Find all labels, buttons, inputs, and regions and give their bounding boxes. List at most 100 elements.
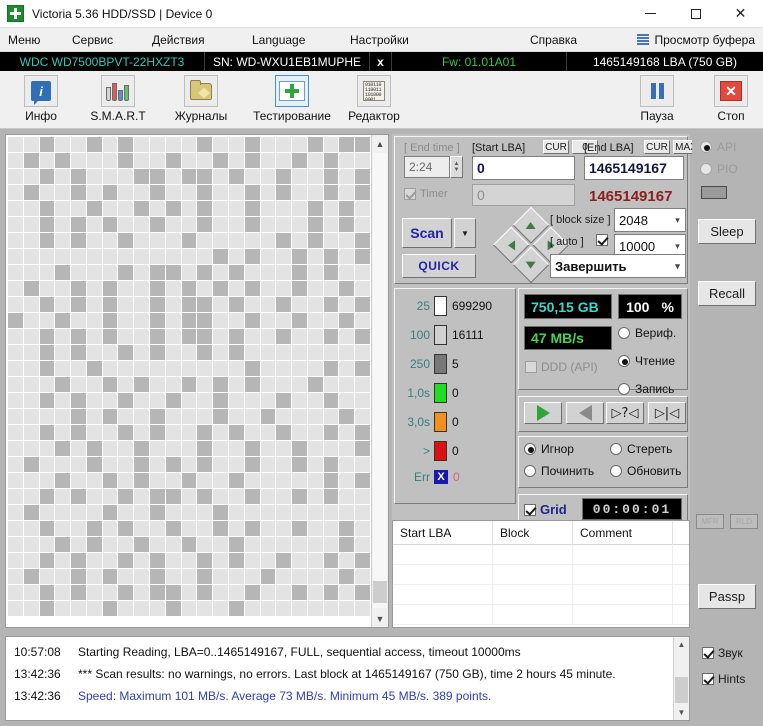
table-row[interactable] [393, 545, 689, 565]
block-map-cell [8, 137, 23, 152]
toolbar-button-logs[interactable]: Журналы [164, 73, 238, 127]
ddd-api-checkbox[interactable]: DDD (API) [525, 360, 598, 374]
log-scrollbar[interactable]: ▲ ▼ [673, 637, 689, 720]
radio-write[interactable]: Запись [618, 382, 674, 396]
block-map-cell [244, 185, 260, 200]
toolbar-button-testing[interactable]: Тестирование [244, 73, 340, 127]
table-row[interactable] [393, 585, 689, 605]
hints-checkbox[interactable]: Hints [702, 672, 745, 686]
radio-read[interactable]: Чтение [618, 354, 675, 368]
device-close-button[interactable]: x [370, 52, 392, 71]
block-map-cell [307, 569, 323, 584]
end-lba-cur-button[interactable]: CUR [644, 140, 670, 154]
rewind-button[interactable] [566, 402, 604, 424]
block-map-cell [181, 553, 197, 568]
radio-repair[interactable]: Починить [524, 464, 594, 478]
radio-verify[interactable]: Вериф. [618, 326, 676, 340]
log-lines[interactable]: 10:57:08 Starting Reading, LBA=0..1465149… [6, 637, 673, 720]
scroll-up-icon[interactable]: ▲ [372, 135, 388, 152]
block-map-cell [197, 393, 213, 408]
auto-checkbox[interactable] [596, 234, 608, 246]
block-map-cell [165, 489, 181, 504]
block-map-cell [134, 393, 150, 408]
block-map-cell [134, 361, 150, 376]
block-map-grid[interactable] [6, 135, 371, 627]
menu-item-actions[interactable]: Действия [148, 28, 209, 52]
menu-item-service[interactable]: Сервис [68, 28, 117, 52]
block-map-cell [134, 233, 150, 248]
start-lba-input[interactable]: 0 [472, 156, 575, 180]
radio-pio[interactable]: PIO [700, 162, 738, 176]
menu-item-menu[interactable]: Меню [4, 28, 44, 52]
end-time-spinner[interactable]: ▲ ▼ [450, 156, 463, 178]
passport-button[interactable]: Passp [698, 584, 756, 609]
block-map-cell [197, 313, 213, 328]
menu-item-settings[interactable]: Настройки [346, 28, 413, 52]
on-finish-select[interactable]: Завершить ▾ [550, 254, 686, 278]
block-map-cell [39, 505, 55, 520]
close-button[interactable]: ✕ [718, 0, 763, 28]
block-map-cell [292, 345, 307, 360]
block-map-cell [260, 361, 276, 376]
rld-button[interactable]: RLD [730, 514, 758, 529]
maximize-button[interactable] [673, 0, 718, 28]
seek-query-button[interactable]: ▷?◁ [606, 402, 644, 424]
mfr-button[interactable]: MFR [696, 514, 724, 529]
block-map-cell [118, 329, 134, 344]
log-scroll-up-icon[interactable]: ▲ [674, 637, 689, 652]
quick-button[interactable]: QUICK [402, 254, 476, 278]
table-row[interactable] [393, 605, 689, 625]
toolbar-button-stop[interactable]: ✕ Стоп [704, 73, 758, 127]
toolbar-button-pause[interactable]: Пауза [630, 73, 684, 127]
log-scrollbar-thumb[interactable] [675, 677, 688, 703]
block-map-cell [292, 169, 307, 184]
scan-button[interactable]: Scan [402, 218, 452, 248]
scroll-down-icon[interactable]: ▼ [372, 610, 388, 627]
seek-start-button[interactable]: ▷|◁ [648, 402, 686, 424]
table-row[interactable] [393, 565, 689, 585]
block-map-cell [228, 297, 244, 312]
play-button[interactable] [524, 402, 562, 424]
block-map-cell [71, 457, 86, 472]
radio-erase[interactable]: Стереть [610, 442, 672, 456]
scan-dropdown-button[interactable]: ▼ [454, 218, 476, 248]
block-size-select[interactable]: 2048 ▾ [614, 208, 686, 232]
recall-button[interactable]: Recall [698, 281, 756, 306]
block-map-cell [181, 393, 197, 408]
sound-checkbox[interactable]: Звук [702, 646, 743, 660]
radio-ignore[interactable]: Игнор [524, 442, 574, 456]
radio-api[interactable]: API [700, 140, 736, 154]
grid-label: Grid [540, 502, 567, 517]
menu-item-help[interactable]: Справка [526, 28, 581, 52]
scrollbar-thumb[interactable] [373, 581, 387, 603]
block-map-scrollbar[interactable]: ▲ ▼ [371, 135, 388, 627]
block-map-cell [102, 297, 118, 312]
legend-key: 1,0s [407, 386, 430, 400]
menu-item-language[interactable]: Language [248, 28, 309, 52]
block-map-cell [323, 569, 339, 584]
block-map-cell [213, 281, 228, 296]
toolbar-button-info[interactable]: i Инфо [10, 73, 72, 127]
block-map-cell [55, 281, 71, 296]
sleep-button[interactable]: Sleep [698, 219, 756, 244]
block-map-cell [71, 313, 86, 328]
scrollbar-track[interactable] [373, 153, 387, 608]
minimize-button[interactable] [628, 0, 673, 28]
block-map-cell [55, 521, 71, 536]
log-scroll-down-icon[interactable]: ▼ [674, 705, 689, 720]
block-map-cell [228, 489, 244, 504]
start-lba-cur-button[interactable]: CUR [543, 140, 569, 154]
end-lba-input[interactable]: 1465149167 [584, 156, 684, 180]
grid-checkbox[interactable]: Grid [524, 502, 567, 517]
timer-checkbox[interactable]: Timer [404, 188, 448, 200]
block-map-cell [134, 441, 150, 456]
block-map-cell [260, 201, 276, 216]
toolbar-button-editor[interactable]: 010110 110011 101000 0001 Редактор [338, 73, 410, 127]
toolbar-button-smart[interactable]: S.M.A.R.T [82, 73, 154, 127]
radio-refresh[interactable]: Обновить [610, 464, 681, 478]
defects-table[interactable]: Start LBA Block Comment [392, 520, 690, 628]
block-map-cell [86, 249, 102, 264]
buffer-view-button[interactable]: Просмотр буфера [633, 28, 759, 52]
block-map-cell [213, 537, 228, 552]
block-map-cell [23, 569, 39, 584]
